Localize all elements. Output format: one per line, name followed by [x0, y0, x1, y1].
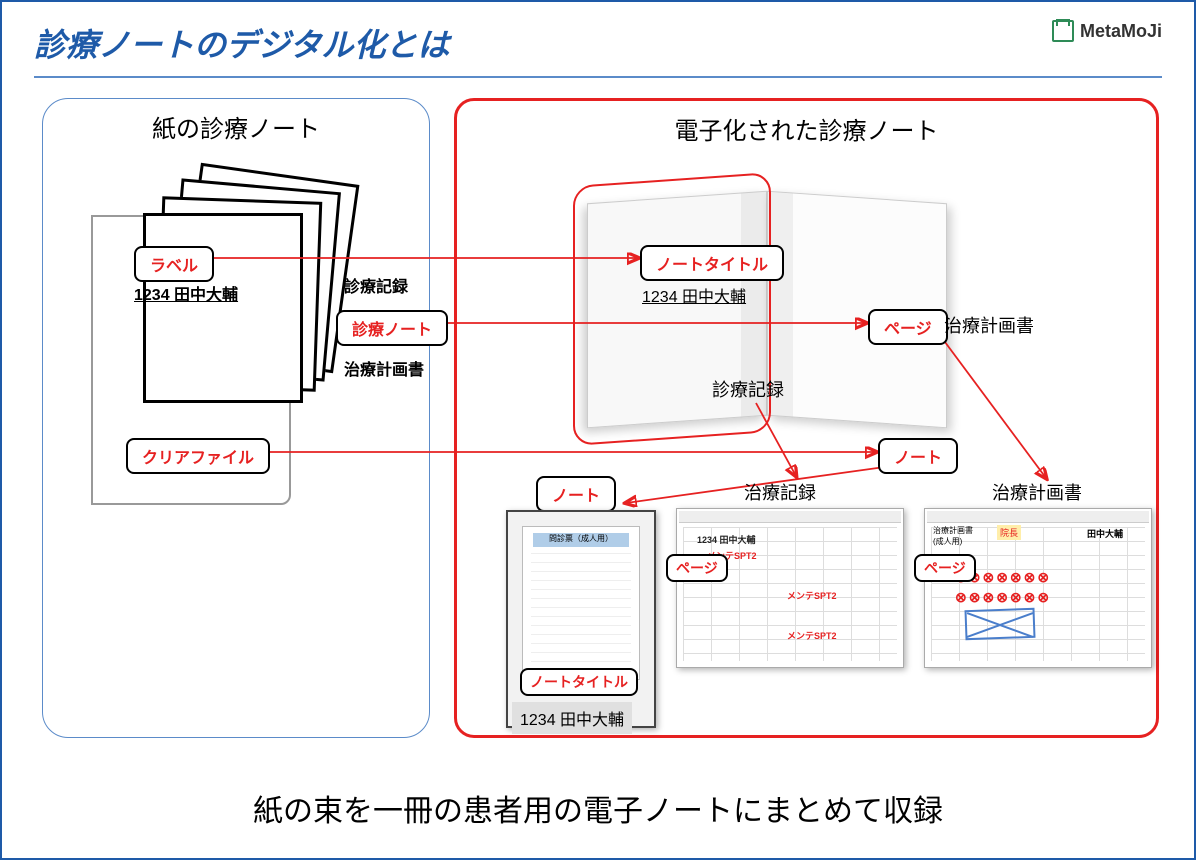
label-note: 診療ノート	[336, 310, 448, 346]
label-doc1: 診療記録	[344, 273, 408, 297]
thumb2-page-box: ページ	[666, 554, 728, 582]
panel-digital-heading: 電子化された診療ノート	[457, 111, 1156, 146]
label-doc2: 治療計画書	[344, 356, 424, 380]
brand-logo: MetaMoJi	[1052, 20, 1162, 42]
thumb3-title: 治療計画書	[992, 479, 1082, 505]
thumb-treatment-record: メンテSPT2 メンテSPT2 メンテSPT2 1234 田中大輔	[676, 508, 904, 668]
brand-icon	[1052, 20, 1074, 42]
caption-record: 診療記録	[712, 376, 784, 402]
label-note-right: ノート	[878, 438, 958, 474]
thumb1-subtitle-box: ノートタイトル	[520, 668, 638, 696]
book-outline	[573, 172, 771, 446]
page-title: 診療ノートのデジタル化とは	[34, 20, 449, 66]
label-page: ページ	[868, 309, 948, 345]
patient-id-left: 1234 田中大輔	[134, 281, 238, 305]
paper-stack	[91, 185, 341, 525]
caption-plan: 治療計画書	[944, 312, 1034, 338]
panel-paper-heading: 紙の診療ノート	[43, 109, 429, 144]
diagram-canvas: 紙の診療ノート 電子化された診療ノート	[26, 98, 1170, 758]
header-rule	[34, 76, 1162, 78]
panel-paper: 紙の診療ノート	[42, 98, 430, 738]
thumb2-title: 治療記録	[744, 479, 816, 505]
thumb1-patient: 1234 田中大輔	[512, 702, 632, 734]
brand-text: MetaMoJi	[1080, 21, 1162, 42]
label-folder: クリアファイル	[126, 438, 270, 474]
label-label: ラベル	[134, 246, 214, 282]
thumb-treatment-plan: 治療計画書(成人用) 院長 田中大輔 ⊗⊗⊗⊗⊗⊗⊗ ⊗⊗⊗⊗⊗⊗⊗	[924, 508, 1152, 668]
sheet-front	[143, 213, 303, 403]
footer-text: 紙の束を一冊の患者用の電子ノートにまとめて収録	[2, 786, 1194, 830]
thumb1-title-box: ノート	[536, 476, 616, 512]
header: 診療ノートのデジタル化とは MetaMoJi	[2, 2, 1194, 76]
label-note-title: ノートタイトル	[640, 245, 784, 281]
thumb3-page-box: ページ	[914, 554, 976, 582]
patient-id-right: 1234 田中大輔	[642, 283, 746, 307]
